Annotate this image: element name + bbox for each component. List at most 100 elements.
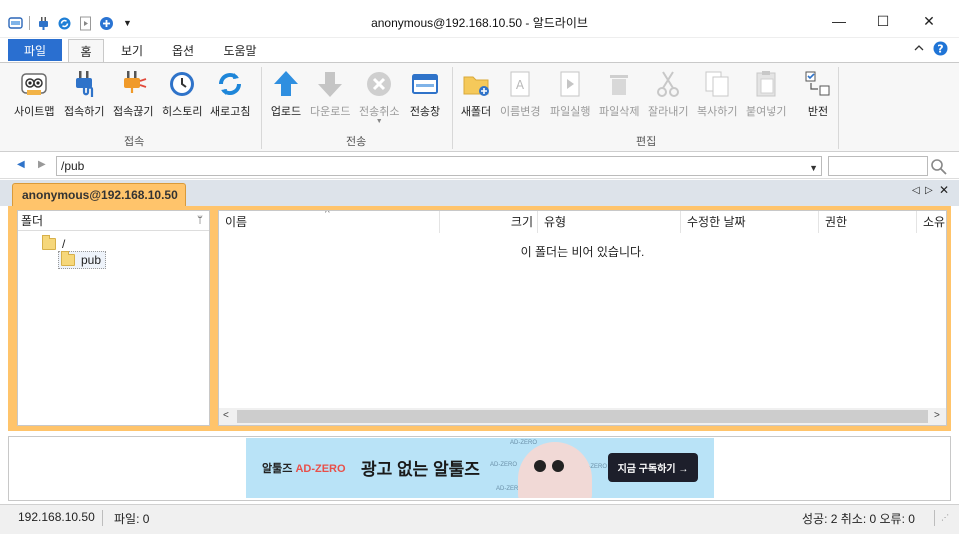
column-label: 이름 bbox=[225, 215, 248, 229]
back-arrow-icon[interactable]: ◀ bbox=[17, 159, 25, 170]
transfer-window-icon bbox=[409, 69, 441, 99]
new-folder-button[interactable]: 새폴더 bbox=[460, 69, 492, 119]
rename-button[interactable]: A 이름변경 bbox=[500, 69, 540, 119]
mascot-eye bbox=[552, 460, 564, 472]
session-tab-strip: anonymous@192.168.10.50 ◁ ▷ ✕ bbox=[0, 180, 959, 206]
sitemap-icon bbox=[18, 69, 50, 99]
tab-home[interactable]: 홈 bbox=[68, 39, 104, 62]
svg-text:A: A bbox=[516, 78, 525, 92]
status-bar: 192.168.10.50 파일: 0 성공: 2 취소: 0 오류: 0 ⋰ bbox=[0, 504, 959, 534]
maximize-button[interactable]: ☐ bbox=[860, 8, 906, 34]
folder-pane-title: 폴더 bbox=[21, 214, 44, 228]
column-header-type[interactable]: 유형 bbox=[538, 211, 681, 233]
scissors-icon bbox=[652, 69, 684, 99]
search-input[interactable] bbox=[828, 156, 928, 176]
copy-button[interactable]: 복사하기 bbox=[697, 69, 737, 119]
history-button[interactable]: 히스토리 bbox=[162, 69, 202, 119]
resize-grip-icon[interactable]: ⋰ bbox=[941, 513, 949, 522]
disconnect-label: 접속끊기 bbox=[113, 106, 154, 118]
path-value: /pub bbox=[61, 159, 85, 173]
group-label-connect: 접속 bbox=[124, 136, 145, 148]
copy-label: 복사하기 bbox=[697, 106, 738, 118]
scroll-right-icon[interactable]: > bbox=[934, 410, 940, 421]
new-folder-icon bbox=[460, 69, 492, 99]
refresh-button[interactable]: 새로고침 bbox=[210, 69, 250, 119]
transfer-window-button[interactable]: 전송창 bbox=[409, 69, 441, 119]
close-button[interactable]: ✕ bbox=[906, 8, 952, 34]
refresh-label: 새로고침 bbox=[210, 106, 251, 118]
folder-icon bbox=[61, 251, 75, 266]
folder-icon bbox=[42, 235, 56, 250]
ad-headline: 광고 없는 알툴즈 bbox=[361, 460, 480, 479]
refresh-icon bbox=[214, 69, 246, 99]
transfer-window-label: 전송창 bbox=[409, 106, 441, 118]
close-tab-icon[interactable]: ✕ bbox=[939, 183, 949, 197]
tree-item-pub[interactable]: pub bbox=[58, 251, 107, 269]
group-divider bbox=[261, 67, 262, 149]
minimize-button[interactable]: — bbox=[816, 8, 862, 34]
sort-ascending-icon: ^ bbox=[325, 210, 330, 219]
pin-icon[interactable]: ᛘ bbox=[197, 211, 203, 231]
column-header-modified[interactable]: 수정한 날짜 bbox=[681, 211, 819, 233]
tab-help[interactable]: 도움말 bbox=[218, 39, 262, 62]
cancel-transfer-dropdown-icon[interactable]: ▼ bbox=[376, 118, 383, 125]
cut-button[interactable]: 잘라내기 bbox=[648, 69, 688, 119]
subscribe-button[interactable]: 지금 구독하기 → bbox=[608, 453, 698, 482]
column-header-size[interactable]: 크기 bbox=[440, 211, 538, 233]
horizontal-scrollbar[interactable]: < > bbox=[219, 408, 946, 425]
ad-mascot-image bbox=[518, 442, 592, 498]
sitemap-button[interactable]: 사이트맵 bbox=[14, 69, 54, 119]
group-divider bbox=[452, 67, 453, 149]
column-header-owner[interactable]: 소유 bbox=[917, 211, 946, 233]
delete-file-button[interactable]: 파일삭제 bbox=[599, 69, 639, 119]
invert-selection-button[interactable]: 반전 bbox=[802, 69, 834, 119]
run-file-label: 파일실행 bbox=[550, 106, 591, 118]
collapse-ribbon-icon[interactable] bbox=[914, 42, 924, 56]
status-file-count: 파일: 0 bbox=[114, 512, 150, 526]
run-file-button[interactable]: 파일실행 bbox=[550, 69, 590, 119]
upload-button[interactable]: 업로드 bbox=[270, 69, 302, 119]
column-header-permissions[interactable]: 권한 bbox=[819, 211, 917, 233]
paste-label: 붙여넣기 bbox=[746, 106, 787, 118]
path-dropdown-icon[interactable]: ▼ bbox=[809, 159, 818, 177]
path-input[interactable]: /pub ▼ bbox=[56, 156, 822, 176]
upload-label: 업로드 bbox=[270, 106, 302, 118]
invert-label: 반전 bbox=[807, 106, 829, 118]
divider bbox=[102, 510, 103, 526]
connect-button[interactable]: 접속하기 bbox=[64, 69, 104, 119]
ad-brand-highlight: AD-ZERO bbox=[295, 463, 346, 475]
disconnect-button[interactable]: 접속끊기 bbox=[113, 69, 153, 119]
folder-pane-header: 폴더 ᛘ bbox=[18, 211, 209, 231]
cancel-transfer-label: 전송취소 bbox=[359, 106, 400, 118]
tab-scroll-right-icon[interactable]: ▷ bbox=[925, 185, 933, 196]
plug-icon bbox=[68, 69, 100, 99]
cancel-transfer-button[interactable]: 전송취소 ▼ bbox=[359, 69, 400, 125]
search-icon[interactable] bbox=[930, 158, 948, 176]
group-label-edit: 편집 bbox=[636, 136, 657, 148]
scroll-left-icon[interactable]: < bbox=[223, 410, 229, 421]
scrollbar-thumb[interactable] bbox=[237, 410, 928, 423]
invert-selection-icon bbox=[802, 69, 834, 99]
help-icon[interactable]: ? bbox=[933, 41, 948, 59]
column-header-name[interactable]: 이름 ^ bbox=[219, 211, 440, 233]
cut-label: 잘라내기 bbox=[648, 106, 689, 118]
download-button[interactable]: 다운로드 bbox=[310, 69, 350, 119]
ribbon-panel: 사이트맵 접속하기 접속끊기 히스토리 새로고침 접속 업로드 다운로드 전송취… bbox=[0, 62, 959, 152]
session-tab[interactable]: anonymous@192.168.10.50 bbox=[12, 183, 186, 206]
tab-file[interactable]: 파일 bbox=[8, 39, 62, 61]
tree-item-label: pub bbox=[81, 253, 102, 267]
tab-options[interactable]: 옵션 bbox=[163, 39, 203, 62]
ad-brand-prefix: 알툴즈 bbox=[262, 463, 293, 475]
group-divider bbox=[838, 67, 839, 149]
ribbon-tab-strip: 파일 홈 보기 옵션 도움말 ? bbox=[0, 38, 959, 62]
ad-banner[interactable]: 알툴즈 AD-ZERO 광고 없는 알툴즈 AD-ZERO AD-ZERO AD… bbox=[246, 438, 714, 498]
address-bar: ◀ ▶ /pub ▼ bbox=[0, 153, 959, 179]
tab-view[interactable]: 보기 bbox=[112, 39, 152, 62]
file-list-pane: 이름 ^ 크기 유형 수정한 날짜 권한 소유 이 폴더는 비어 있습니다. <… bbox=[218, 210, 947, 426]
tab-scroll-left-icon[interactable]: ◁ bbox=[912, 185, 920, 196]
mascot-eye bbox=[534, 460, 546, 472]
paste-button[interactable]: 붙여넣기 bbox=[746, 69, 786, 119]
ad-brand: 알툴즈 AD-ZERO bbox=[262, 460, 346, 476]
download-label: 다운로드 bbox=[310, 106, 351, 118]
forward-arrow-icon[interactable]: ▶ bbox=[38, 159, 46, 170]
